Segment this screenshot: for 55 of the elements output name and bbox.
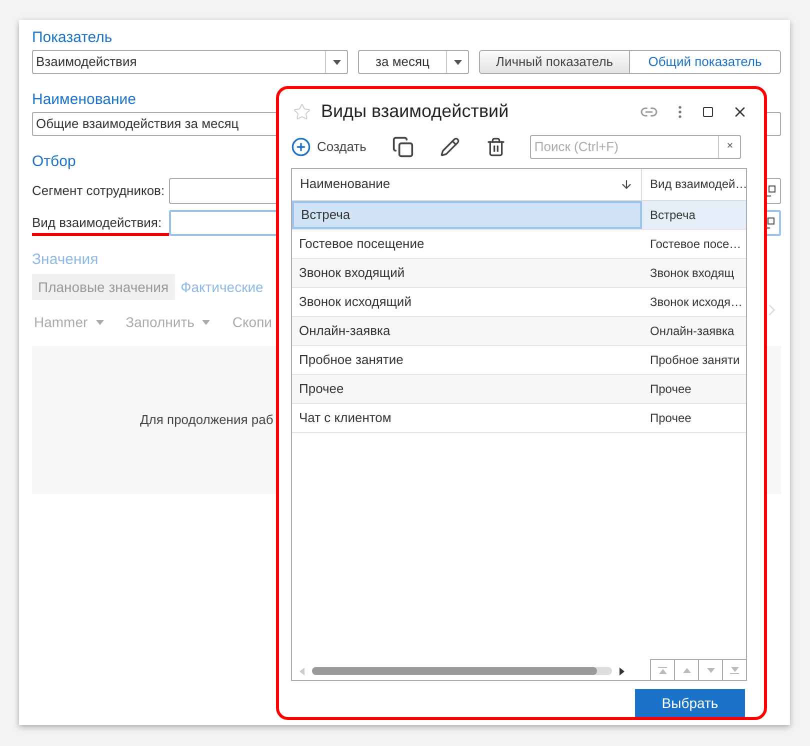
table-cell[interactable]: Онлайн-заявка <box>642 316 746 345</box>
table-cell[interactable]: Звонок входящ <box>642 258 746 287</box>
scroll-left-icon <box>300 667 304 675</box>
column-header[interactable]: Наименование <box>292 168 642 200</box>
favorite-star-icon[interactable] <box>293 102 311 121</box>
triangle-icon <box>730 666 738 672</box>
table-cell[interactable]: Гостевое посещение <box>292 230 642 258</box>
copy-icon[interactable] <box>392 136 414 158</box>
select-field[interactable]: за месяц <box>358 50 469 74</box>
plus-icon <box>291 136 311 157</box>
last-page-button[interactable] <box>722 659 746 680</box>
page-down-button[interactable] <box>698 659 722 680</box>
table-cell[interactable]: Звонок исходя… <box>642 288 746 316</box>
table-cell[interactable]: Гостевое посе… <box>642 230 746 258</box>
table-cell[interactable]: Онлайн-заявка <box>292 316 642 345</box>
scroll-right-icon <box>620 667 624 675</box>
table-cell[interactable]: Прочее <box>292 374 642 403</box>
table-cell[interactable]: Чат с клиентом <box>292 404 642 432</box>
field-label: Сегмент сотрудников: <box>32 182 166 200</box>
field-label: Вид взаимодействия: <box>32 210 169 236</box>
section-title: Отбор <box>32 152 77 172</box>
caret-icon <box>202 320 210 324</box>
notice-text: Для продолжения раб <box>140 411 274 430</box>
dialog-title: Виды взаимодействий <box>321 100 510 124</box>
table-cell[interactable]: Пробное заняти <box>642 346 746 374</box>
triangle-icon <box>706 668 714 672</box>
pencil-icon[interactable] <box>440 136 460 157</box>
caret-icon <box>96 320 104 324</box>
dropdown-icon <box>332 60 340 64</box>
maximize-icon[interactable] <box>702 106 714 118</box>
table-cell[interactable]: Встреча <box>642 200 746 229</box>
search-field[interactable]: Поиск (Ctrl+F) × <box>530 134 742 159</box>
toggle-tab[interactable]: Общий показатель <box>630 50 781 74</box>
table-cell[interactable]: Встреча <box>292 200 642 229</box>
section-title: Наименование <box>32 90 137 110</box>
page-up-button[interactable] <box>674 659 698 680</box>
table-cell[interactable]: Прочее <box>642 374 746 403</box>
dropdown-icon <box>454 60 462 64</box>
first-page-button[interactable] <box>650 659 674 680</box>
section-title: Значения <box>32 250 100 270</box>
trash-icon[interactable] <box>486 136 506 157</box>
clear-button[interactable]: × <box>718 136 740 158</box>
table-cell[interactable]: Пробное занятие <box>292 346 642 374</box>
sort-arrow-icon <box>620 178 633 191</box>
choose-button[interactable]: Выбрать <box>635 689 745 717</box>
table-cell[interactable]: Прочее <box>642 404 746 432</box>
toggle-tab[interactable]: Личный показатель <box>479 50 630 74</box>
table-cell[interactable]: Звонок исходящий <box>292 288 642 316</box>
triangle-icon <box>682 668 690 672</box>
section-title: Показатель <box>32 28 114 48</box>
select-field[interactable]: Взаимодействия <box>32 50 348 74</box>
table-cell[interactable]: Звонок входящий <box>292 258 642 287</box>
create-button[interactable]: Создать <box>291 136 366 157</box>
column-header[interactable]: Вид взаимодей… <box>642 168 746 200</box>
triangle-icon <box>658 668 666 674</box>
